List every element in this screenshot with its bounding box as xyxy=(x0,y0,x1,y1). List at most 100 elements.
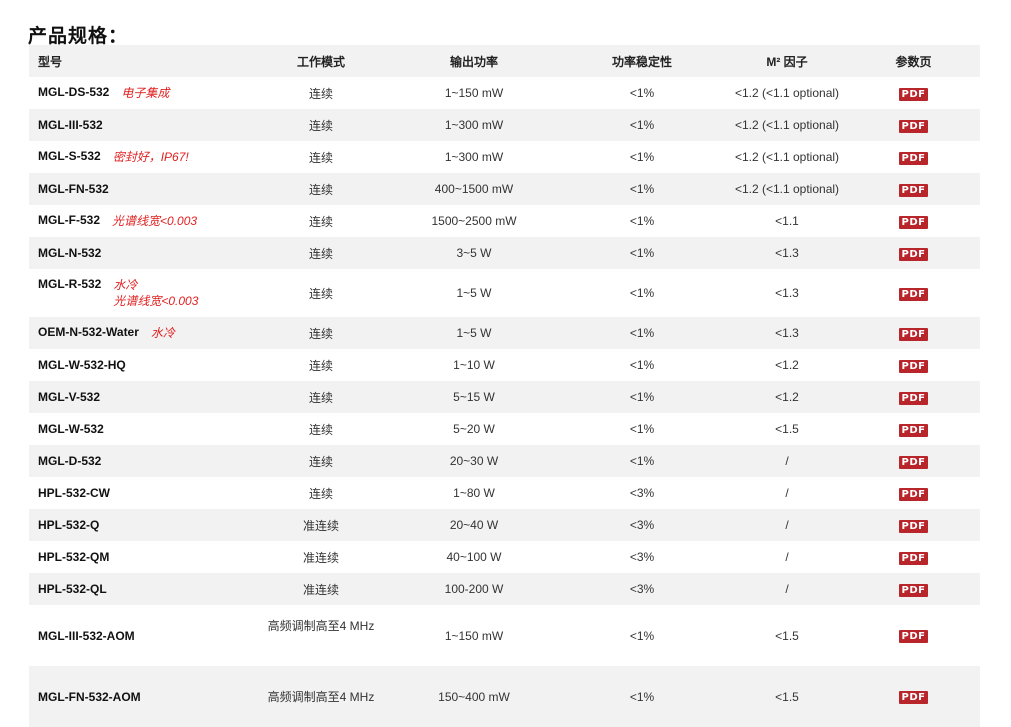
model-name: HPL-532-QL xyxy=(38,582,107,596)
table-row: HPL-532-QM 准连续 40~100 W <3% / PDF xyxy=(29,541,980,573)
m2-cell: <1.1 xyxy=(775,214,799,228)
mode-cell: 准连续 xyxy=(251,541,391,573)
datasheet-cell: PDF xyxy=(847,237,980,269)
table-row: MGL-N-532 连续 3~5 W <1% <1.3 PDF xyxy=(29,237,980,269)
mode-value: 准连续 xyxy=(302,518,339,533)
pdf-download-icon[interactable]: PDF xyxy=(898,215,929,229)
pdf-download-icon[interactable]: PDF xyxy=(898,151,929,165)
model-note: 密封好，IP67! xyxy=(113,149,189,165)
model-name: MGL-F-532 xyxy=(38,213,101,227)
model-cell: HPL-532-CW xyxy=(29,477,251,509)
power-cell: 400~1500 mW xyxy=(434,182,514,196)
pdf-download-icon[interactable]: PDF xyxy=(898,327,929,341)
datasheet-cell: PDF xyxy=(847,573,980,605)
m2-cell: <1.2 (<1.1 optional) xyxy=(734,118,840,132)
pdf-download-icon[interactable]: PDF xyxy=(898,487,929,501)
power-cell: 1~80 W xyxy=(453,486,495,500)
m2-cell: <1.2 xyxy=(775,390,799,404)
table-row: HPL-532-Q 准连续 20~40 W <3% / PDF xyxy=(29,509,980,541)
power-cell: 1~150 mW xyxy=(444,86,504,100)
table-row: MGL-DS-532 电子集成 连续 1~150 mW <1% <1.2 (<1.1 op… xyxy=(29,77,980,109)
model-name: MGL-III-532-AOM xyxy=(38,628,135,643)
stability-cell: <1% xyxy=(629,454,655,468)
pdf-download-icon[interactable]: PDF xyxy=(898,87,929,101)
mode-cell: 连续 xyxy=(251,77,391,109)
table-row: HPL-532-QL 准连续 100-200 W <3% / PDF xyxy=(29,573,980,605)
m2-cell: <1.5 xyxy=(775,628,799,643)
power-cell: 1~5 W xyxy=(456,286,492,300)
mode-cell: 连续 xyxy=(251,477,391,509)
pdf-download-icon[interactable]: PDF xyxy=(898,359,929,373)
mode-cell: 连续 xyxy=(251,173,391,205)
power-cell: 1~300 mW xyxy=(444,150,504,164)
datasheet-cell: PDF xyxy=(847,413,980,445)
power-cell: 20~30 W xyxy=(449,454,499,468)
m2-cell: <1.2 (<1.1 optional) xyxy=(734,150,840,164)
m2-cell: <1.2 (<1.1 optional) xyxy=(734,86,840,100)
power-cell: 150~400 mW xyxy=(438,689,510,704)
pdf-download-icon[interactable]: PDF xyxy=(898,519,929,533)
table-row: MGL-R-532 水冷 光谱线宽<0.003 连续 1~5 W <1% <1.3 PDF xyxy=(29,269,980,317)
table-row: MGL-W-532 连续 5~20 W <1% <1.5 PDF xyxy=(29,413,980,445)
header-mode: 工作模式 xyxy=(296,54,345,69)
pdf-download-icon[interactable]: PDF xyxy=(898,630,929,643)
datasheet-cell: PDF xyxy=(847,205,980,237)
datasheet-cell: PDF xyxy=(847,541,980,573)
pdf-download-icon[interactable]: PDF xyxy=(898,391,929,405)
model-name: MGL-W-532 xyxy=(38,422,104,436)
model-name: MGL-D-532 xyxy=(38,454,102,468)
mode-value: 高频调制高至4 MHz xyxy=(267,619,375,633)
model-cell: MGL-R-532 水冷 光谱线宽<0.003 xyxy=(29,269,251,317)
datasheet-cell: PDF xyxy=(847,77,980,109)
mode-value: 准连续 xyxy=(302,582,339,597)
power-cell: 20~40 W xyxy=(449,518,499,532)
model-name: OEM-N-532-Water xyxy=(38,325,139,339)
model-cell: HPL-532-QL xyxy=(29,573,251,605)
model-note: 水冷光谱线宽<0.003 xyxy=(113,277,198,309)
mode-value: 高频调制高至4 MHz xyxy=(267,690,375,704)
datasheet-cell: PDF xyxy=(847,317,980,349)
pdf-download-icon[interactable]: PDF xyxy=(898,551,929,565)
pdf-download-icon[interactable]: PDF xyxy=(898,119,929,133)
model-cell: MGL-D-532 xyxy=(29,445,251,477)
pdf-download-icon[interactable]: PDF xyxy=(898,247,929,261)
model-name: MGL-FN-532 xyxy=(38,182,109,196)
mode-cell: 连续 xyxy=(251,413,391,445)
stability-cell: <3% xyxy=(629,550,655,564)
datasheet-cell: PDF xyxy=(847,141,980,173)
power-cell: 1~5 W xyxy=(456,326,492,340)
stability-cell: <1% xyxy=(629,286,655,300)
mode-value: 连续 xyxy=(308,86,333,101)
pdf-download-icon[interactable]: PDF xyxy=(898,583,929,597)
m2-cell: / xyxy=(785,550,789,564)
model-name: HPL-532-Q xyxy=(38,518,100,532)
model-name: MGL-V-532 xyxy=(38,390,101,404)
power-cell: 5~20 W xyxy=(453,422,495,436)
mode-cell: 准连续 xyxy=(251,509,391,541)
model-note: 光谱线宽<0.003 xyxy=(112,213,197,229)
m2-cell: <1.5 xyxy=(775,689,799,704)
model-name: MGL-S-532 xyxy=(38,149,101,163)
pdf-download-icon[interactable]: PDF xyxy=(898,455,929,469)
mode-value: 连续 xyxy=(308,118,333,133)
pdf-download-icon[interactable]: PDF xyxy=(898,183,929,197)
mode-value: 连续 xyxy=(308,150,333,165)
m2-cell: <1.3 xyxy=(775,246,799,260)
datasheet-cell: PDF xyxy=(847,349,980,381)
mode-value: 连续 xyxy=(308,326,333,341)
model-cell: MGL-N-532 xyxy=(29,237,251,269)
stability-cell: <1% xyxy=(629,390,655,404)
model-note-line: 光谱线宽<0.003 xyxy=(113,294,199,308)
pdf-download-icon[interactable]: PDF xyxy=(898,287,929,301)
header-model: 型号 xyxy=(38,54,63,69)
mode-cell: 高频调制高至4 MHz xyxy=(251,666,391,727)
stability-cell: <1% xyxy=(629,150,655,164)
table-row: MGL-FN-532-AOM 高频调制高至4 MHz 150~400 mW <1% <1… xyxy=(29,666,980,727)
mode-value: 连续 xyxy=(308,182,333,197)
pdf-download-icon[interactable]: PDF xyxy=(898,691,929,704)
table-row: MGL-FN-532 连续 400~1500 mW <1% <1.2 (<1.1 opt… xyxy=(29,173,980,205)
stability-cell: <1% xyxy=(629,86,655,100)
pdf-download-icon[interactable]: PDF xyxy=(898,423,929,437)
model-note-line: 水冷 xyxy=(113,278,138,292)
model-name: MGL-W-532-HQ xyxy=(38,358,126,372)
